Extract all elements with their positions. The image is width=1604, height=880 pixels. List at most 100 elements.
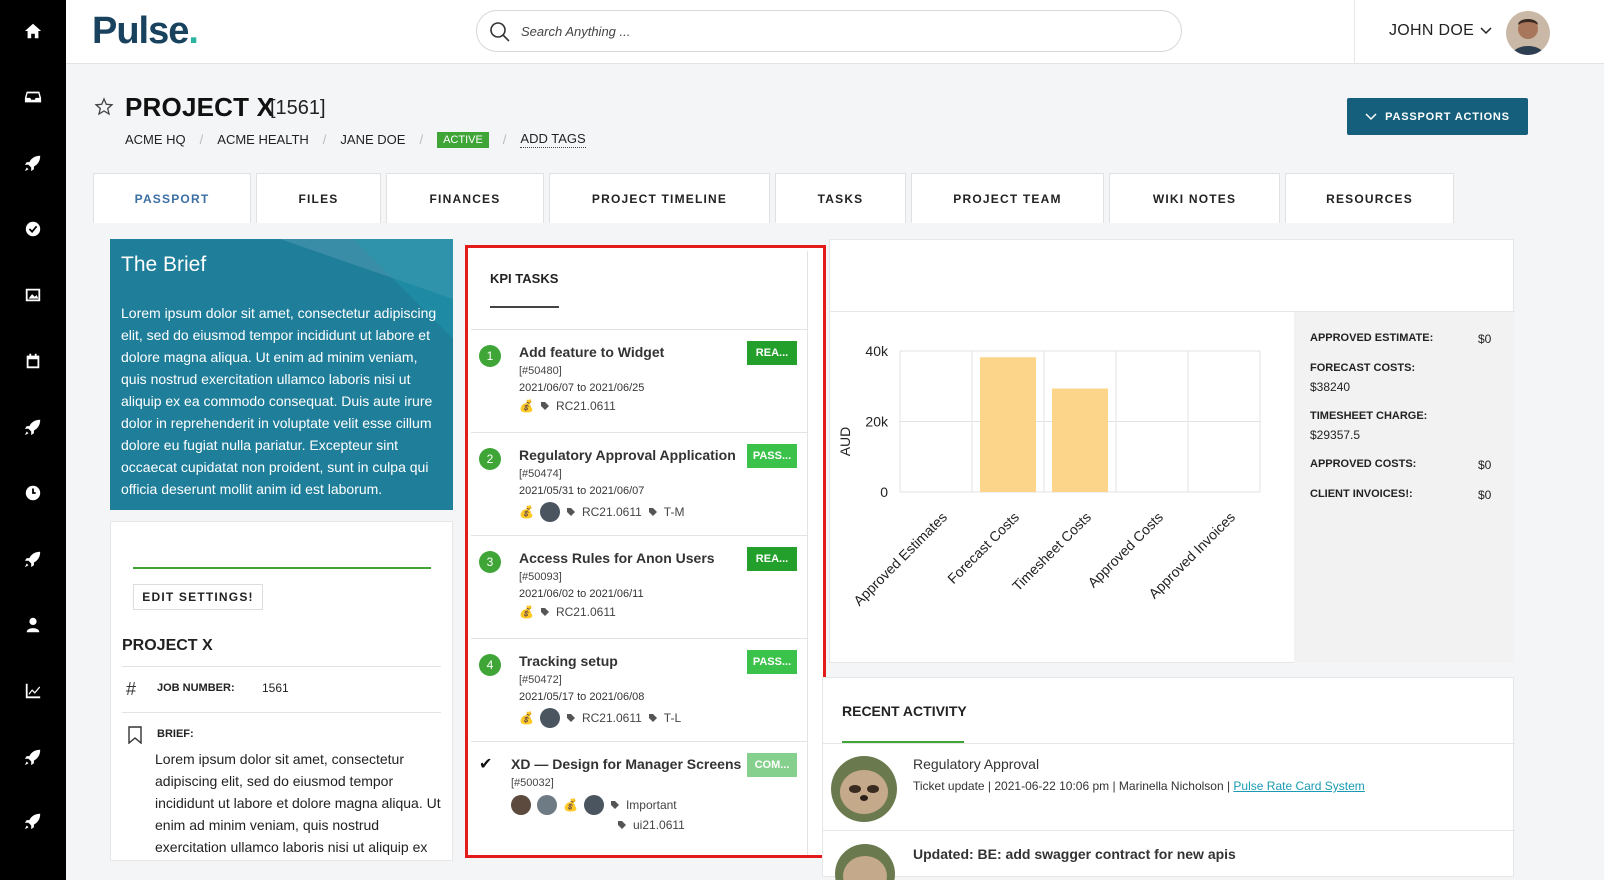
chart-icon[interactable] [22, 680, 44, 702]
task-tag: Important [625, 798, 677, 812]
tag-icon [540, 402, 549, 410]
divider [823, 743, 1515, 744]
task-item[interactable]: 4 Tracking setup [#50472] 2021/05/17 to … [471, 639, 808, 742]
rocket-icon[interactable] [22, 548, 44, 570]
divider [122, 666, 441, 667]
page-title: PROJECT X [125, 92, 275, 122]
tab-resources[interactable]: RESOURCES [1285, 173, 1454, 223]
tab-files[interactable]: FILES [256, 173, 381, 223]
rocket-icon[interactable] [22, 152, 44, 174]
edit-settings-button[interactable]: EDIT SETTINGS! [133, 584, 263, 610]
star-icon[interactable] [94, 97, 114, 117]
clock-icon[interactable] [22, 482, 44, 504]
stat-value: $38240 [1310, 380, 1351, 394]
avatar[interactable] [511, 795, 531, 815]
task-title[interactable]: Tracking setup [519, 653, 618, 669]
hash-icon: # [126, 679, 137, 699]
task-status-badge[interactable]: PASS... [747, 650, 797, 674]
progress-line [133, 567, 431, 569]
passport-actions-button[interactable]: PASSPORT ACTIONS [1347, 98, 1528, 135]
home-icon[interactable] [22, 20, 44, 42]
rocket-icon[interactable] [22, 416, 44, 438]
image-icon[interactable] [22, 284, 44, 306]
activity-link[interactable]: Pulse Rate Card System [1233, 779, 1364, 793]
activity-title: RECENT ACTIVITY [842, 703, 967, 719]
breadcrumb-item[interactable]: JANE DOE [340, 132, 405, 147]
stat-label: APPROVED COSTS: [1310, 458, 1417, 470]
chart-bar [980, 357, 1036, 492]
task-meta: 💰 Important [511, 795, 677, 815]
kpi-underline [490, 306, 559, 308]
search-bar[interactable] [476, 10, 1182, 52]
calendar-icon[interactable] [22, 350, 44, 372]
task-item[interactable]: 2 Regulatory Approval Application [#5047… [471, 433, 808, 536]
divider [122, 712, 441, 713]
tab-project-team[interactable]: PROJECT TEAM [911, 173, 1104, 223]
stat-label: CLIENT INVOICES!: [1310, 488, 1413, 500]
tab-wiki-notes[interactable]: WIKI NOTES [1109, 173, 1280, 223]
add-tags-link[interactable]: ADD TAGS [520, 131, 586, 148]
task-tag: ui21.0611 [633, 818, 685, 832]
tab-tasks[interactable]: TASKS [775, 173, 906, 223]
breadcrumb-item[interactable]: ACME HQ [125, 132, 186, 147]
kpi-tasks-panel: KPI TASKS 1 Add feature to Widget [#5048… [465, 245, 826, 858]
tab-project-timeline[interactable]: PROJECT TIMELINE [549, 173, 770, 223]
x-tick-label: Approved Costs [1084, 509, 1166, 591]
project-number: [1561] [270, 97, 326, 119]
task-status-badge[interactable]: COM... [747, 753, 797, 777]
y-tick-label: 40k [865, 343, 889, 359]
left-nav-rail [0, 0, 66, 880]
tag-icon [610, 801, 619, 809]
activity-item-title[interactable]: Updated: BE: add swagger contract for ne… [913, 846, 1236, 862]
finance-chart-panel: 0 20k 40k Approved Estimates Forecast Costs T… [829, 239, 1515, 663]
task-status-badge[interactable]: PASS... [747, 444, 797, 468]
avatar[interactable] [1506, 11, 1550, 55]
task-status-badge[interactable]: REA... [747, 547, 797, 571]
coin-icon: 💰 [519, 605, 534, 619]
task-id: [#50474] [519, 468, 562, 480]
activity-item-title[interactable]: Regulatory Approval [913, 756, 1039, 772]
kpi-title: KPI TASKS [490, 271, 559, 286]
task-item[interactable]: ✔ XD — Design for Manager Screens [#5003… [471, 742, 808, 855]
task-number: 4 [479, 654, 501, 676]
rocket-icon[interactable] [22, 810, 44, 832]
check-circle-icon[interactable] [22, 218, 44, 240]
search-input[interactable] [521, 19, 1121, 43]
tab-passport[interactable]: PASSPORT [93, 173, 251, 223]
chevron-down-icon [1480, 27, 1492, 35]
task-title[interactable]: XD — Design for Manager Screens [511, 756, 741, 772]
rocket-icon[interactable] [22, 746, 44, 768]
pulse-logo[interactable]: Pulse. [92, 10, 199, 53]
divider [1354, 0, 1355, 64]
task-title[interactable]: Regulatory Approval Application [519, 447, 736, 463]
task-meta: 💰 RC21.0611 T-L [519, 708, 681, 728]
stat-value: $0 [1478, 332, 1492, 346]
task-id: [#50032] [511, 777, 554, 789]
activity-avatar [835, 844, 895, 880]
avatar[interactable] [539, 502, 560, 522]
tab-finances[interactable]: FINANCES [386, 173, 544, 223]
brief-label: BRIEF: [157, 728, 194, 740]
chevron-down-icon [1365, 112, 1377, 120]
activity-item-detail: Ticket update | 2021-06-22 10:06 pm | Ma… [913, 779, 1365, 793]
avatar[interactable] [583, 795, 604, 815]
stat-label: TIMESHEET CHARGE: [1310, 410, 1428, 422]
inbox-icon[interactable] [22, 86, 44, 108]
stat-label: APPROVED ESTIMATE: [1310, 332, 1434, 344]
task-status-badge[interactable]: REA... [747, 341, 797, 365]
task-item[interactable]: 1 Add feature to Widget [#50480] 2021/06… [471, 330, 808, 433]
tag-icon [566, 714, 575, 722]
y-tick-label: 20k [865, 414, 889, 430]
avatar[interactable] [537, 795, 557, 815]
task-title[interactable]: Add feature to Widget [519, 344, 664, 360]
breadcrumb-item[interactable]: ACME HEALTH [217, 132, 309, 147]
breadcrumb-separator: / [322, 132, 327, 147]
task-title[interactable]: Access Rules for Anon Users [519, 550, 715, 566]
task-dates: 2021/06/07 to 2021/06/25 [519, 382, 645, 394]
user-menu[interactable]: JOHN DOE [1389, 22, 1492, 40]
avatar[interactable] [539, 708, 560, 728]
task-item[interactable]: 3 Access Rules for Anon Users [#50093] 2… [471, 536, 808, 639]
user-icon[interactable] [22, 614, 44, 636]
tag-icon [618, 821, 626, 829]
tag-icon [648, 714, 657, 722]
